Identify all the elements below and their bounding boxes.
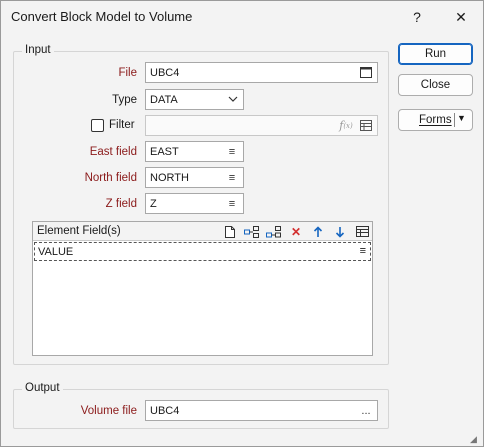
run-button[interactable]: Run [398,43,473,65]
element-field-value: VALUE [38,246,74,258]
expression-icon[interactable]: f (x) [337,116,355,135]
split-separator [454,113,455,127]
resize-grip-icon[interactable]: ◢ [470,434,480,444]
help-icon: ? [413,9,421,25]
volume-file-value: UBC4 [150,404,180,417]
list-icon[interactable]: ≡ [221,194,243,213]
append-row-icon[interactable] [265,224,283,239]
convert-block-model-dialog: Convert Block Model to Volume ? ✕ Input … [0,0,484,447]
z-field-label: Z field [105,198,137,210]
east-field-input[interactable]: EAST ≡ [145,141,244,162]
help-button[interactable]: ? [397,1,437,33]
move-up-icon[interactable] [309,224,327,239]
dropdown-arrow-icon[interactable]: ▼ [457,113,466,123]
volume-file-field[interactable]: UBC4 ... [145,400,378,421]
forms-button[interactable]: Forms ▼ [398,109,473,131]
element-fields-title: Element Field(s) [37,225,121,237]
insert-row-icon[interactable] [243,224,261,239]
file-field[interactable]: UBC4 [145,62,378,83]
delete-row-icon[interactable]: ✕ [287,224,305,239]
north-field-input[interactable]: NORTH ≡ [145,167,244,188]
type-select[interactable]: DATA [145,89,244,110]
z-field-input[interactable]: Z ≡ [145,193,244,214]
type-label: Type [112,94,137,106]
close-button[interactable]: Close [398,74,473,96]
window-title: Convert Block Model to Volume [11,9,193,24]
move-down-icon[interactable] [331,224,349,239]
element-fields-grid: Element Field(s) ✕ VALUE ≡ [32,221,373,356]
forms-label: Forms [419,114,452,126]
window-close-button[interactable]: ✕ [441,1,481,33]
close-icon: ✕ [455,8,467,25]
chevron-down-icon [223,94,243,105]
new-row-icon[interactable] [221,224,239,239]
list-icon[interactable]: ≡ [221,168,243,187]
file-value: UBC4 [150,66,180,79]
north-field-label: North field [84,172,137,184]
filter-checkbox[interactable] [91,119,104,132]
file-label: File [118,67,137,79]
east-field-value: EAST [150,145,179,158]
type-value: DATA [150,93,178,106]
north-field-value: NORTH [150,171,189,184]
volume-file-label: Volume file [80,405,137,417]
file-browse-icon[interactable] [355,63,377,82]
element-fields-header: Element Field(s) ✕ [33,222,372,241]
title-bar: Convert Block Model to Volume ? ✕ [1,1,483,33]
list-icon[interactable]: ≡ [221,142,243,161]
east-field-label: East field [89,146,137,158]
output-group-label: Output [22,382,63,394]
browse-icon[interactable]: ... [355,401,377,420]
input-group-label: Input [22,44,54,56]
filter-field[interactable]: f (x) [145,115,378,136]
table-row[interactable]: VALUE ≡ [34,242,371,261]
grid-view-icon[interactable] [353,224,371,239]
list-icon[interactable]: ≡ [360,245,366,257]
filter-list-icon[interactable] [355,116,377,135]
filter-label: Filter [109,119,135,131]
z-field-value: Z [150,197,157,210]
